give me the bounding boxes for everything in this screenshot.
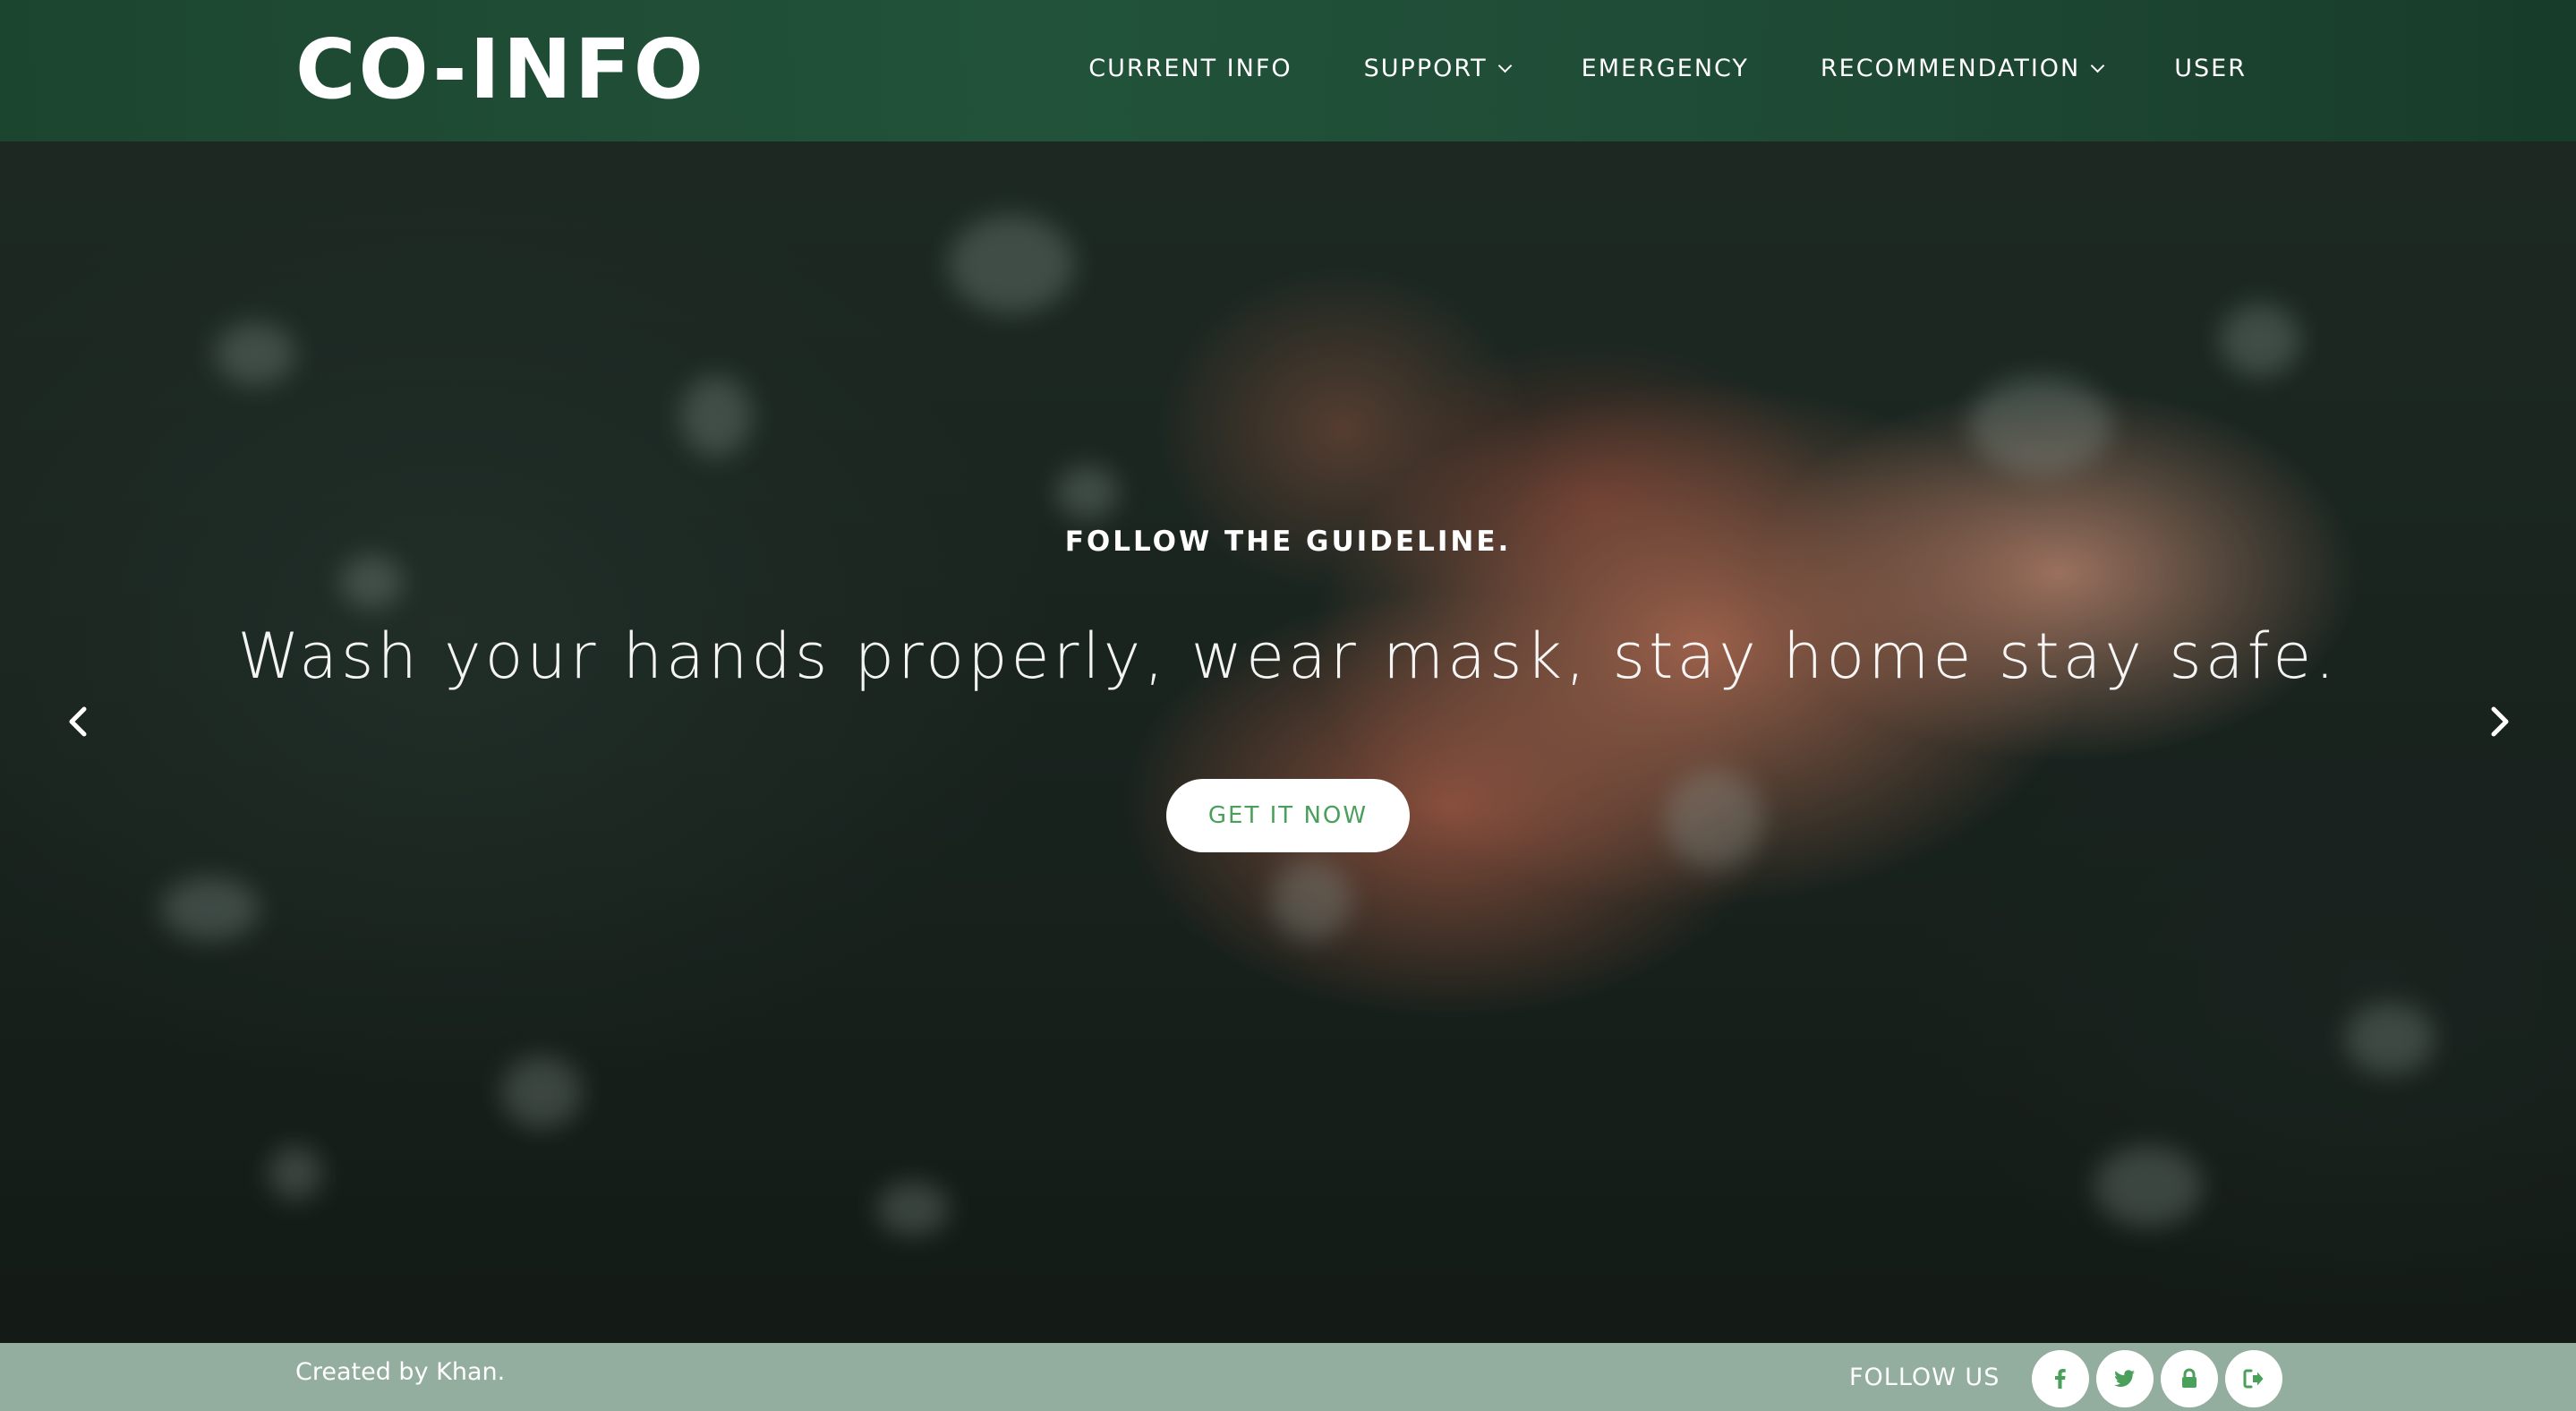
nav-item-emergency[interactable]: EMERGENCY bbox=[1582, 55, 1749, 82]
site-header: CO-INFO CURRENT INFO SUPPORT EMERGENCY R… bbox=[0, 0, 2576, 141]
hero-content: FOLLOW THE GUIDELINE. Wash your hands pr… bbox=[0, 519, 2576, 852]
carousel-prev-button[interactable] bbox=[61, 704, 97, 740]
nav-item-current-info[interactable]: CURRENT INFO bbox=[1088, 55, 1292, 82]
nav-item-label: CURRENT INFO bbox=[1088, 54, 1292, 82]
facebook-icon bbox=[2055, 1369, 2066, 1389]
main-nav: CURRENT INFO SUPPORT EMERGENCY RECOMMEND… bbox=[1088, 50, 2247, 86]
lock-button[interactable] bbox=[2161, 1350, 2218, 1407]
nav-item-label: SUPPORT bbox=[1363, 54, 1488, 82]
nav-item-support[interactable]: SUPPORT bbox=[1363, 54, 1512, 82]
hero-kicker: FOLLOW THE GUIDELINE. bbox=[1064, 526, 1512, 558]
nav-item-label: RECOMMENDATION bbox=[1820, 54, 2081, 82]
site-footer: Created by Khan. FOLLOW US bbox=[0, 1343, 2576, 1411]
chevron-down-icon bbox=[2090, 58, 2105, 73]
nav-item-user[interactable]: USER bbox=[2174, 55, 2247, 82]
nav-item-recommendation[interactable]: RECOMMENDATION bbox=[1820, 54, 2105, 82]
carousel-next-button[interactable] bbox=[2481, 704, 2517, 740]
get-it-now-button[interactable]: GET IT NOW bbox=[1166, 779, 1410, 852]
lock-icon bbox=[2182, 1368, 2196, 1388]
nav-item-label: USER bbox=[2174, 54, 2247, 82]
sign-out-icon bbox=[2243, 1369, 2264, 1389]
facebook-button[interactable] bbox=[2032, 1350, 2089, 1407]
chevron-right-icon bbox=[2491, 706, 2509, 737]
site-logo[interactable]: CO-INFO bbox=[295, 20, 706, 120]
hero-headline: Wash your hands properly, wear mask, sta… bbox=[237, 620, 2339, 693]
twitter-icon bbox=[2114, 1370, 2135, 1387]
chevron-down-icon bbox=[1497, 58, 1512, 73]
social-links bbox=[2032, 1350, 2282, 1407]
nav-item-label: EMERGENCY bbox=[1581, 54, 1749, 82]
page: CO-INFO CURRENT INFO SUPPORT EMERGENCY R… bbox=[0, 0, 2576, 1411]
twitter-button[interactable] bbox=[2096, 1350, 2154, 1407]
footer-credit: Created by Khan. bbox=[295, 1358, 506, 1386]
sign-out-button[interactable] bbox=[2225, 1350, 2282, 1407]
follow-us-label: FOLLOW US bbox=[1849, 1364, 2000, 1391]
chevron-left-icon bbox=[69, 706, 87, 737]
